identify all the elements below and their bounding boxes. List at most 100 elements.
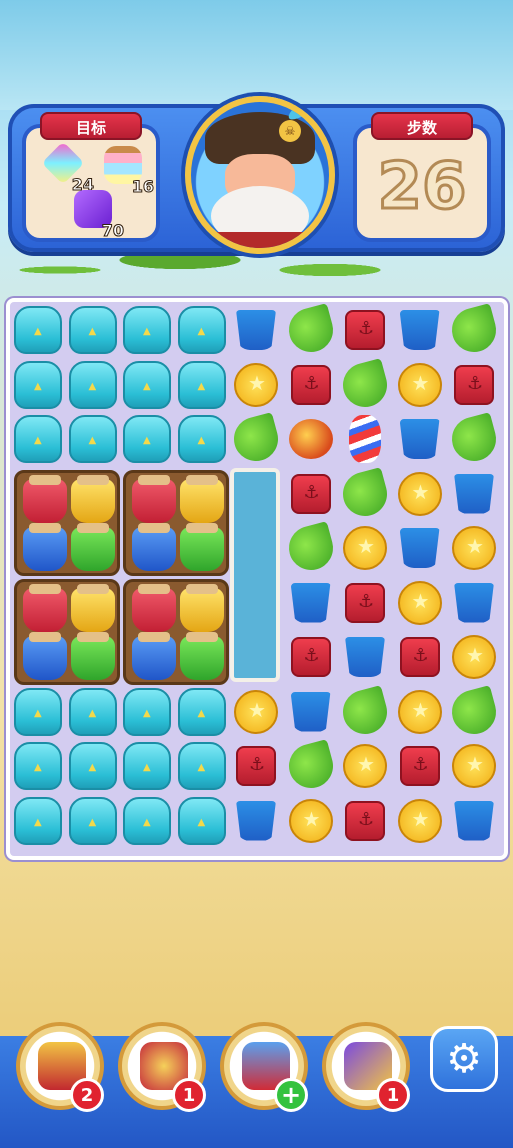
board-cell-box[interactable] [339, 577, 391, 629]
board-cell-box[interactable] [339, 304, 391, 356]
horn-booster-button[interactable]: 1 [118, 1022, 206, 1112]
board-cell-ice[interactable] [176, 795, 228, 847]
board-cell-ice[interactable] [12, 686, 64, 738]
jar-block [123, 469, 229, 576]
water-slot [230, 467, 280, 682]
board-cell-rocket[interactable] [339, 413, 391, 465]
board-cell-coin[interactable] [448, 522, 500, 574]
board-cell-cup[interactable] [339, 631, 391, 683]
board-cell-ice[interactable] [121, 740, 173, 792]
cannon-booster-button[interactable]: + [220, 1022, 308, 1112]
board-cell-coin[interactable] [285, 795, 337, 847]
coin-tile-icon [397, 471, 442, 516]
board-cell-ice[interactable] [67, 359, 119, 411]
board-cell-leaf[interactable] [447, 684, 501, 739]
board-cell-ice[interactable] [121, 795, 173, 847]
ice-tile-icon [177, 742, 226, 790]
cup-tile-icon [345, 637, 385, 677]
board-cell-coin[interactable] [339, 522, 391, 574]
board-cell-box[interactable] [230, 740, 282, 792]
leaf-tile-icon [338, 357, 392, 412]
board-cell-cup[interactable] [448, 468, 500, 520]
board-cell-ice[interactable] [67, 795, 119, 847]
board-cell-ice[interactable] [176, 686, 228, 738]
board-cell-ice[interactable] [67, 686, 119, 738]
board-cell-ice[interactable] [12, 413, 64, 465]
board-cell-ice[interactable] [12, 359, 64, 411]
board-cell-coin[interactable] [448, 740, 500, 792]
ice-tile-icon [123, 742, 171, 790]
board-cell-coin[interactable] [230, 359, 282, 411]
board-cell-coin[interactable] [394, 795, 446, 847]
board-cell-ice[interactable] [12, 304, 64, 356]
board-cell-leaf[interactable] [338, 357, 392, 412]
board-cell-coin[interactable] [394, 468, 446, 520]
board-cell-ice[interactable] [121, 359, 173, 411]
board-cell-cup[interactable] [285, 577, 337, 629]
board-cell-ice[interactable] [176, 413, 228, 465]
board-cell-cup[interactable] [394, 304, 446, 356]
board-cell-ice[interactable] [176, 740, 228, 792]
board-cell-box[interactable] [448, 359, 500, 411]
board-cell-cup[interactable] [285, 686, 337, 738]
board-cell-ice[interactable] [121, 304, 173, 356]
board-cell-leaf[interactable] [447, 303, 501, 357]
board-cell-cup[interactable] [448, 577, 500, 629]
board-cell-coin[interactable] [339, 740, 391, 792]
board-cell-cup[interactable] [230, 795, 282, 847]
booster-add-badge: + [274, 1078, 308, 1112]
ice-tile-icon [123, 687, 171, 736]
board-cell-ice[interactable] [67, 740, 119, 792]
board-cell-leaf[interactable] [338, 466, 392, 521]
box-tile-icon [290, 364, 331, 405]
board-cell-cup[interactable] [230, 304, 282, 356]
board-cell-box[interactable] [394, 740, 446, 792]
cup-tile-icon [399, 310, 440, 350]
wizard-hat-booster-button[interactable]: 1 [322, 1022, 410, 1112]
board-cell-leaf[interactable] [447, 412, 501, 466]
jar-icon [132, 631, 176, 680]
board-cell-coin[interactable] [394, 359, 446, 411]
board-cell-leaf[interactable] [229, 412, 283, 466]
board-cell-leaf[interactable] [283, 739, 338, 793]
box-tile-icon [236, 746, 276, 786]
box-tile-icon [345, 310, 385, 350]
board-cell-ice[interactable] [12, 740, 64, 792]
board-cell-ice[interactable] [12, 795, 64, 847]
hammer-booster-button[interactable]: 2 [16, 1022, 104, 1112]
board-cell-box[interactable] [285, 631, 337, 683]
coin-tile-icon [452, 635, 496, 679]
coin-tile-icon [452, 526, 496, 570]
board-cell-coin[interactable] [230, 686, 282, 738]
board-cell-leaf[interactable] [338, 684, 392, 739]
jar-icon [180, 631, 224, 680]
board-cell-cup[interactable] [448, 795, 500, 847]
jar-icon [71, 522, 115, 571]
board-cell-leaf[interactable] [283, 303, 338, 357]
board-cell-ice[interactable] [121, 413, 173, 465]
board-cell-coin[interactable] [394, 686, 446, 738]
board-cell-box[interactable] [339, 795, 391, 847]
ice-tile-icon [14, 742, 62, 790]
cup-tile-icon [454, 473, 494, 514]
board-cell-cup[interactable] [394, 413, 446, 465]
board-cell-cup[interactable] [394, 522, 446, 574]
booster-count-badge: 1 [172, 1078, 206, 1112]
board-cell-coin[interactable] [448, 631, 500, 683]
board-cell-ice[interactable] [121, 686, 173, 738]
captain-coat [201, 232, 321, 248]
board-cell-ice[interactable] [176, 359, 228, 411]
board-cell-ice[interactable] [67, 304, 119, 356]
jar-icon [71, 583, 115, 632]
settings-button[interactable]: ⚙ [430, 1026, 498, 1092]
board-cell-box[interactable] [394, 631, 446, 683]
board-cell-leaf[interactable] [283, 521, 338, 575]
bomb-tile-icon [288, 419, 333, 459]
board-cell-box[interactable] [285, 468, 337, 520]
board-cell-bomb[interactable] [285, 413, 337, 465]
board-cell-ice[interactable] [67, 413, 119, 465]
ice-tile-icon [14, 360, 62, 409]
board-cell-box[interactable] [285, 359, 337, 411]
board-cell-coin[interactable] [394, 577, 446, 629]
board-cell-ice[interactable] [176, 304, 228, 356]
